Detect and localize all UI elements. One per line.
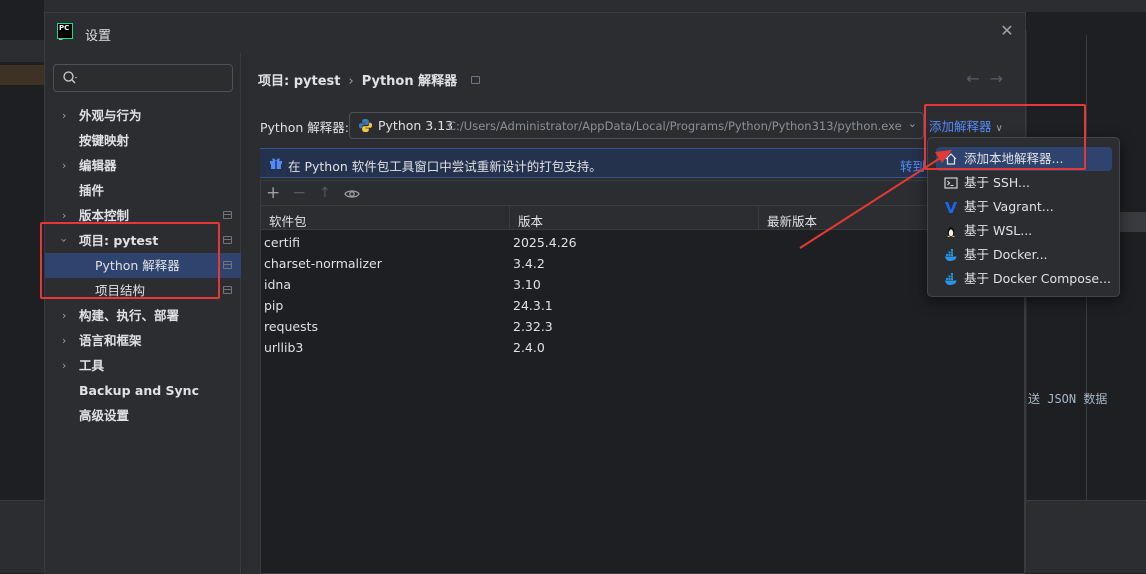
menu-item-docker-compose[interactable]: 基于 Docker Compose... [936,267,1112,291]
table-row[interactable]: urllib32.4.0 [261,337,1024,358]
sidebar-item-build[interactable]: › 构建、执行、部署 [45,303,241,328]
table-row[interactable]: requests2.32.3 [261,316,1024,337]
column-header-package[interactable]: 软件包 [269,211,307,230]
python-icon [358,118,373,133]
menu-item-docker[interactable]: 基于 Docker... [936,243,1112,267]
project-settings-icon [223,261,232,269]
interpreter-select[interactable]: Python 3.13 C:/Users/Administrator/AppDa… [349,112,924,139]
sidebar-item-keymap[interactable]: 按键映射 [45,128,241,153]
breadcrumb: 项目: pytest›Python 解释器 [258,70,480,89]
packages-panel: + − ↑ 软件包 版本 最新版本 certifi2025.4.26 chars… [260,180,1025,574]
sidebar-item-editor[interactable]: › 编辑器 [45,153,241,178]
chevron-right-icon: › [62,328,66,353]
sidebar-item-tools[interactable]: › 工具 [45,353,241,378]
chevron-down-icon: ⌄ [908,117,917,130]
column-header-latest[interactable]: 最新版本 [767,211,817,230]
annotation-box-project [40,222,220,299]
terminal-icon [944,176,958,190]
ide-left-strip [0,40,44,62]
interpreter-path: C:/Users/Administrator/AppData/Local/Pro… [448,119,902,133]
table-row[interactable]: charset-normalizer3.4.2 [261,253,1024,274]
table-row[interactable]: pip24.3.1 [261,295,1024,316]
ide-top-bar [44,0,1146,12]
linux-icon [944,224,958,238]
eye-icon[interactable] [344,186,360,202]
sidebar-item-languages[interactable]: › 语言和框架 [45,328,241,353]
chevron-right-icon: › [62,303,66,328]
sidebar-item-plugins[interactable]: 插件 [45,178,241,203]
nav-arrows: ←→ [966,69,1013,88]
sidebar-item-appearance[interactable]: › 外观与行为 [45,103,241,128]
docker-compose-icon [944,272,958,286]
chevron-right-icon: › [62,103,66,128]
interpreter-name: Python 3.13 [378,118,453,133]
project-settings-icon [471,76,480,84]
search-icon [62,70,78,86]
column-header-version[interactable]: 版本 [518,211,543,230]
pycharm-logo-icon: PC_ [57,23,73,39]
banner-link[interactable]: 转到 [900,156,925,175]
gift-icon [269,156,283,170]
remove-package-icon[interactable]: − [292,183,306,203]
ide-code-text: 送 JSON 数据 [1028,390,1107,407]
table-row[interactable]: idna3.10 [261,274,1024,295]
table-row[interactable]: certifi2025.4.26 [261,232,1024,253]
packages-toolbar: + − ↑ [261,181,1024,206]
dialog-title: 设置 [85,25,111,44]
annotation-box-add-interpreter [924,104,1086,170]
column-divider [509,206,510,230]
close-icon[interactable]: ✕ [999,23,1015,39]
breadcrumb-project[interactable]: 项目: pytest [258,74,341,89]
sidebar-item-advanced[interactable]: 高级设置 [45,403,241,428]
dialog-title-bar: PC_ 设置 ✕ [45,13,1025,53]
project-settings-icon [223,236,232,244]
menu-item-wsl[interactable]: 基于 WSL... [936,219,1112,243]
packages-table-body: certifi2025.4.26 charset-normalizer3.4.2… [261,232,1024,358]
project-settings-icon [223,286,232,294]
info-banner: 在 Python 软件包工具窗口中尝试重新设计的打包支持。 转到 [260,148,1025,178]
add-package-icon[interactable]: + [266,183,280,203]
settings-content: 项目: pytest›Python 解释器 ←→ Python 解释器: Pyt… [242,53,1025,574]
project-settings-icon [223,211,232,219]
ide-left-strip-highlight [0,65,44,85]
forward-arrow-icon[interactable]: → [990,69,1013,88]
menu-item-ssh[interactable]: 基于 SSH... [936,171,1112,195]
docker-icon [944,248,958,262]
breadcrumb-page: Python 解释器 [362,74,457,89]
packages-table-header: 软件包 版本 最新版本 [261,206,1024,230]
banner-text: 在 Python 软件包工具窗口中尝试重新设计的打包支持。 [288,156,602,175]
back-arrow-icon[interactable]: ← [966,69,989,88]
chevron-right-icon: › [62,353,66,378]
upgrade-package-icon[interactable]: ↑ [319,183,331,203]
interpreter-label: Python 解释器: [260,117,349,136]
vagrant-icon [944,200,958,214]
chevron-right-icon: › [62,153,66,178]
settings-sidebar: › 外观与行为 按键映射 › 编辑器 插件 › 版本控制 › 项目: pytes… [45,53,241,574]
search-input[interactable] [53,64,233,92]
menu-item-vagrant[interactable]: 基于 Vagrant... [936,195,1112,219]
sidebar-item-backup-sync[interactable]: Backup and Sync [45,378,241,403]
column-divider [758,206,759,230]
